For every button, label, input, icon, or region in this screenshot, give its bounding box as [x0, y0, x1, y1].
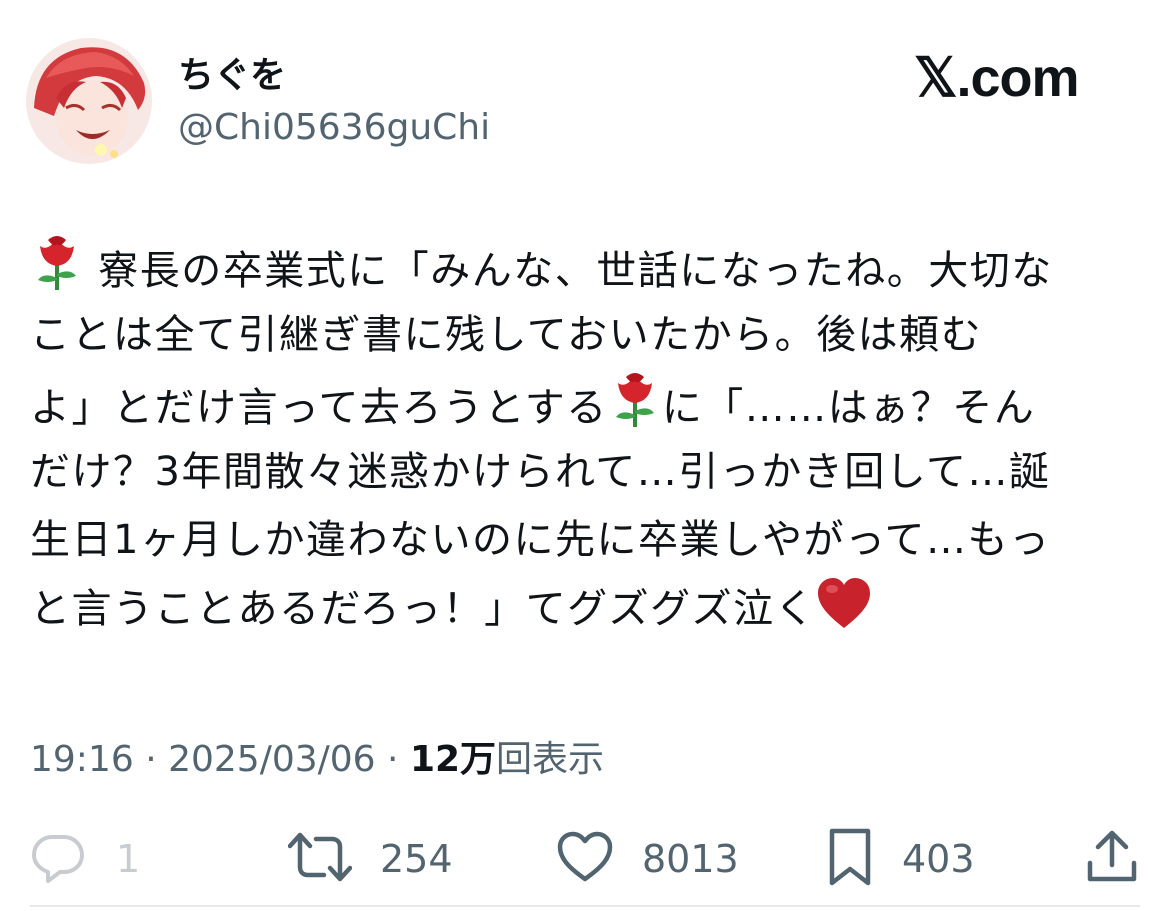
- tweet-line-3: よ」とだけ言って去ろうとする に「……はぁ？そん: [30, 369, 1142, 438]
- avatar[interactable]: [26, 38, 152, 164]
- tweet-text: 寮長の卒業式に「みんな、世話になったね。大切な ことは全て引継ぎ書に残しておいた…: [30, 232, 1142, 643]
- user-handle[interactable]: @Chi05636guChi: [178, 106, 490, 150]
- brand-logo: 𝕏.com: [914, 48, 1080, 108]
- heart-emoji: [816, 576, 872, 652]
- like-icon: [556, 830, 614, 888]
- like-button[interactable]: 8013: [556, 826, 739, 892]
- bookmark-icon: [826, 827, 874, 891]
- tweet-meta: 19:16 · 2025/03/06 · 12万回表示: [30, 738, 604, 782]
- brand-label: 𝕏.com: [914, 48, 1080, 108]
- retweet-icon: [287, 829, 353, 889]
- reply-count: 1: [116, 837, 141, 881]
- tweet-line-4: だけ？3年間散々迷惑かけられて…引っかき回して…誕: [30, 448, 1051, 495]
- views-count: 12万: [409, 739, 497, 780]
- share-icon: [1086, 829, 1138, 889]
- bookmark-count: 403: [902, 837, 975, 881]
- views-label: 回表示: [496, 739, 605, 780]
- tweet-line-6: と言うことあるだろっ！」てグズグズ泣く: [30, 575, 1142, 644]
- bookmark-button[interactable]: 403: [826, 826, 975, 892]
- action-bar: 1 254 8013 403: [0, 826, 1170, 892]
- display-name[interactable]: ちぐを: [178, 54, 286, 98]
- divider: [30, 905, 1140, 907]
- retweet-count: 254: [380, 837, 453, 881]
- tweet-line-text-3a: よ」とだけ言って去ろうとする: [30, 385, 608, 431]
- tweet-line-2: ことは全て引継ぎ書に残しておいたから。後は頼む: [30, 311, 983, 358]
- share-button[interactable]: [1086, 826, 1138, 892]
- tweet-line-5: 生日1ヶ月しか違わないのに先に卒業しやがって…もっ: [30, 517, 1051, 563]
- like-count: 8013: [642, 837, 739, 881]
- tweet-line-text-1: 寮長の卒業式に「みんな、世話になったね。大切な: [98, 248, 1053, 294]
- tweet-time[interactable]: 19:16: [30, 739, 134, 780]
- tweet-line-1: 寮長の卒業式に「みんな、世話になったね。大切な: [30, 232, 1142, 301]
- tweet-line-text-3b: に「……はぁ？そん: [661, 385, 1036, 431]
- retweet-button[interactable]: 254: [287, 826, 453, 892]
- tweet-date[interactable]: 2025/03/06: [168, 739, 376, 780]
- meta-separator: ·: [387, 739, 410, 780]
- reply-button[interactable]: 1: [30, 826, 140, 892]
- meta-separator: ·: [145, 739, 169, 780]
- tweet-line-text-6: と言うことあるだろっ！」てグズグズ泣く: [30, 585, 817, 632]
- reply-icon: [30, 829, 86, 889]
